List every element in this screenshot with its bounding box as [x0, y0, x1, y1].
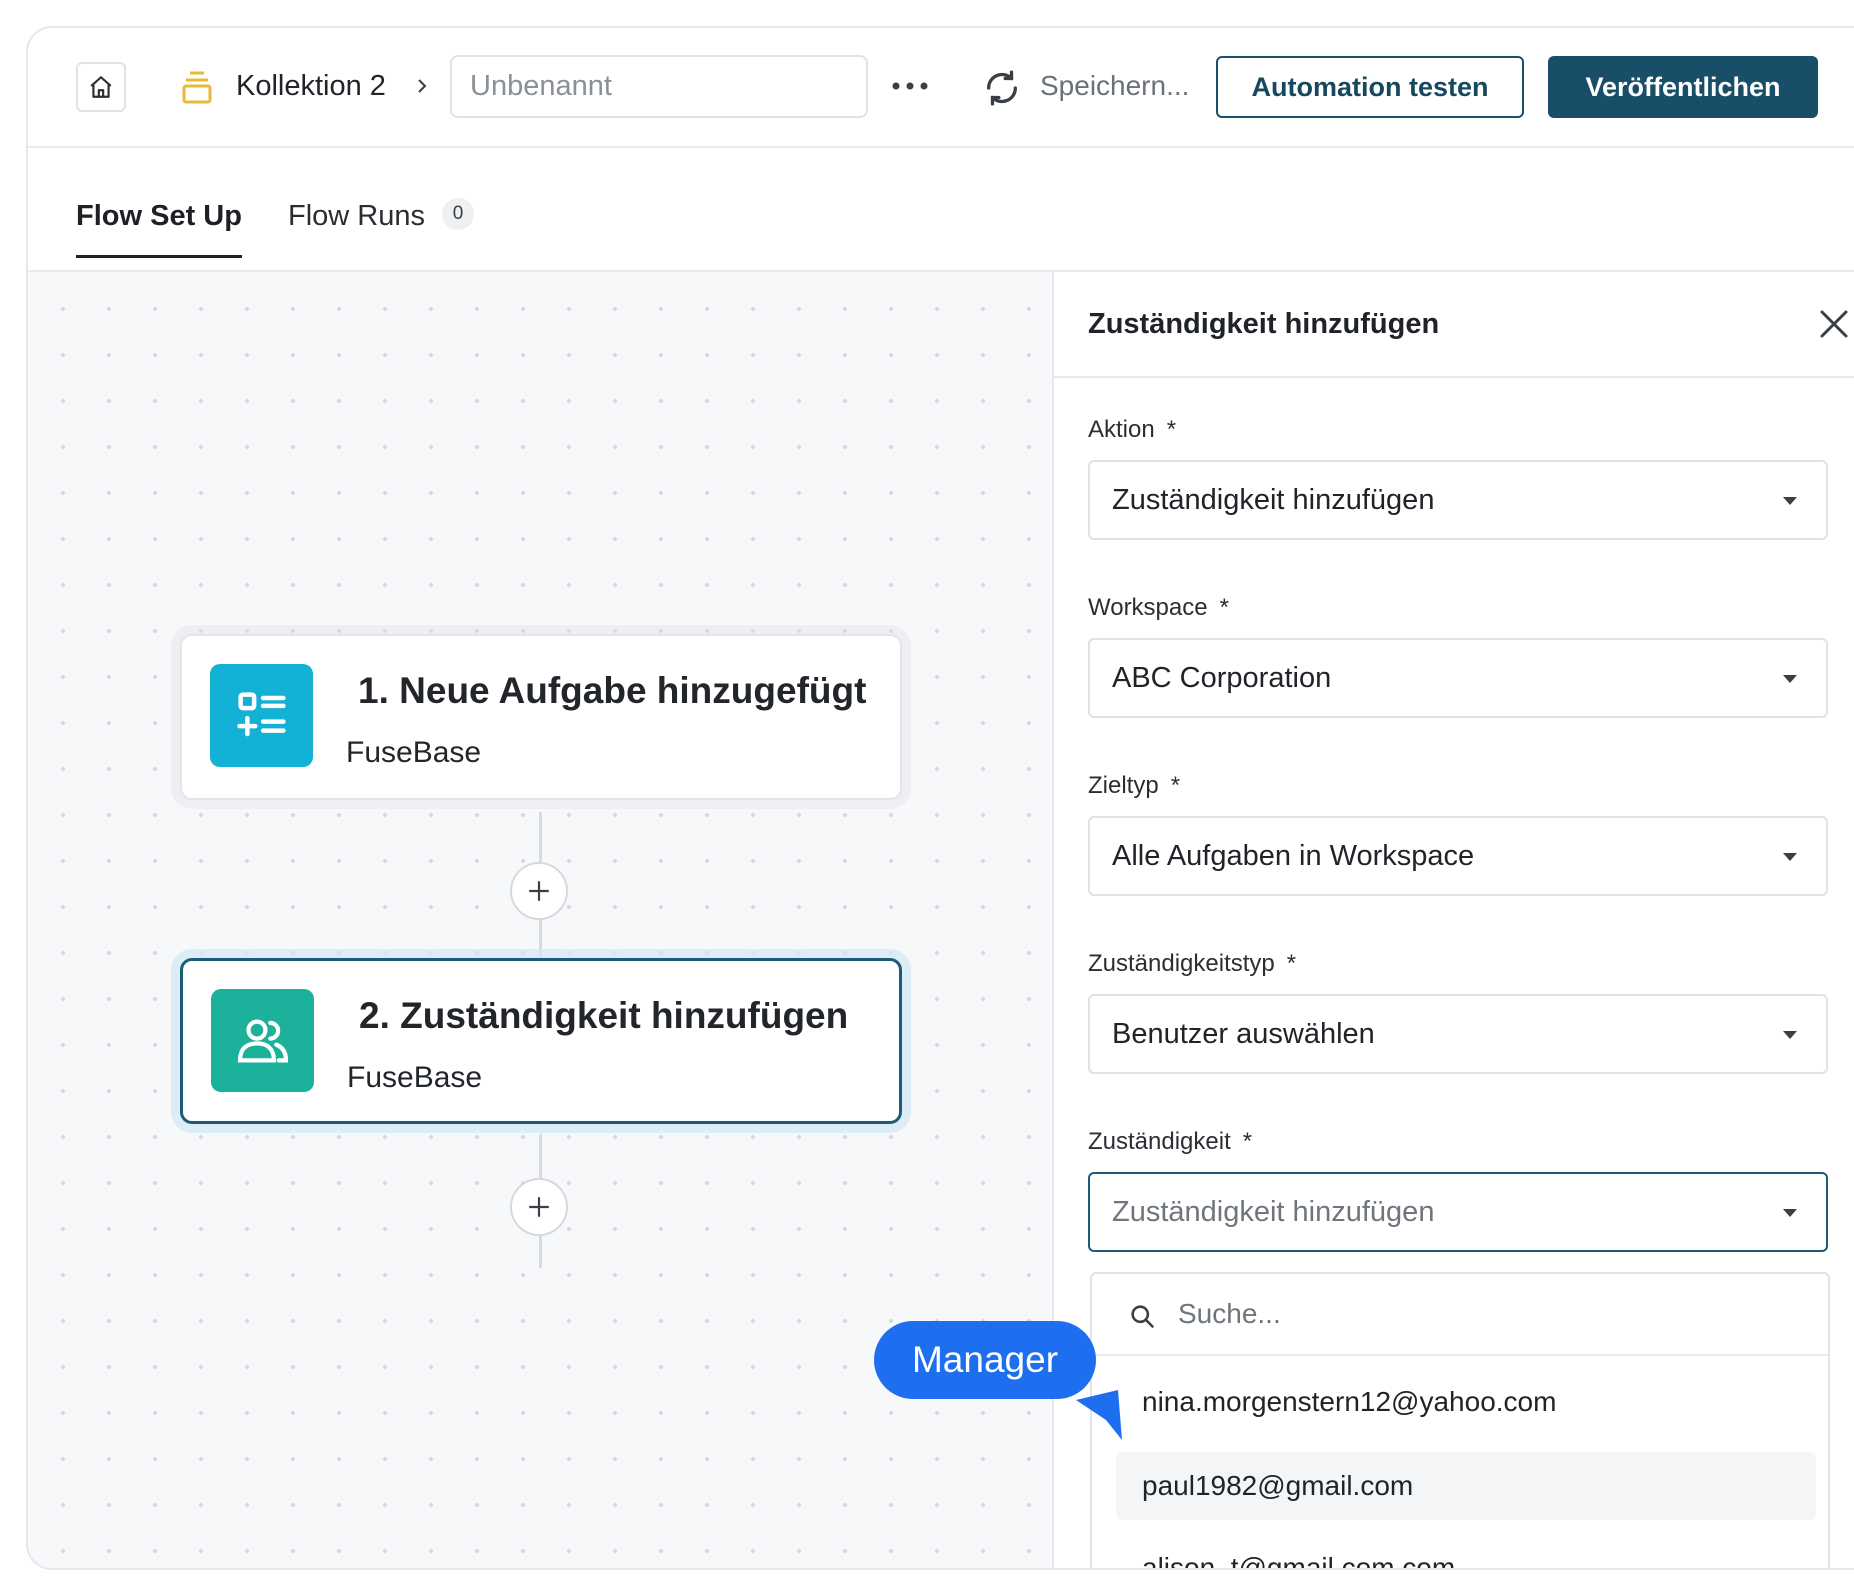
breadcrumb-collection[interactable]: Kollektion 2: [236, 70, 386, 103]
publish-button[interactable]: Veröffentlichen: [1548, 56, 1818, 118]
caret-down-icon: [1783, 497, 1797, 505]
select-placeholder: Zuständigkeit hinzufügen: [1112, 1196, 1435, 1228]
flow-step-action[interactable]: 2. Zuständigkeit hinzufügen FuseBase: [180, 958, 902, 1124]
plus-icon: [529, 881, 549, 901]
workspace-select[interactable]: ABC Corporation: [1088, 638, 1828, 718]
caret-down-icon: [1783, 675, 1797, 683]
field-label-zustaendigkeit: Zuständigkeit *: [1088, 1128, 1253, 1155]
home-button[interactable]: [76, 62, 126, 112]
caret-down-icon: [1783, 1031, 1797, 1039]
assignee-dropdown: nina.morgenstern12@yahoo.com paul1982@gm…: [1090, 1272, 1830, 1568]
select-value: Zuständigkeit hinzufügen: [1112, 484, 1435, 516]
test-automation-button[interactable]: Automation testen: [1216, 56, 1524, 118]
panel-title: Zuständigkeit hinzufügen: [1088, 308, 1440, 340]
collection-icon: [182, 71, 212, 104]
search-input[interactable]: [1176, 1290, 1780, 1338]
more-options-icon[interactable]: [890, 74, 930, 98]
field-label-zustaendigkeitstyp: Zuständigkeitstyp *: [1088, 950, 1297, 977]
caret-down-icon: [1783, 853, 1797, 861]
flow-step-trigger[interactable]: 1. Neue Aufgabe hinzugefügt FuseBase: [180, 634, 902, 800]
close-icon[interactable]: [1816, 306, 1852, 342]
saving-status: Speichern...: [1040, 70, 1190, 101]
aktion-select[interactable]: Zuständigkeit hinzufügen: [1088, 460, 1828, 540]
add-step-button[interactable]: [510, 862, 568, 920]
add-step-button[interactable]: [510, 1178, 568, 1236]
select-value: ABC Corporation: [1112, 662, 1332, 694]
zustaendigkeit-select[interactable]: Zuständigkeit hinzufügen: [1088, 1172, 1828, 1252]
field-label-aktion: Aktion *: [1088, 416, 1177, 443]
zustaendigkeitstyp-select[interactable]: Benutzer auswählen: [1088, 994, 1828, 1074]
dropdown-search: [1092, 1274, 1828, 1356]
caret-down-icon: [1783, 1209, 1797, 1217]
select-value: Alle Aufgaben in Workspace: [1112, 840, 1475, 872]
step-app-name: FuseBase: [346, 736, 482, 769]
step-title: 2. Zuständigkeit hinzufügen: [359, 995, 849, 1036]
field-label-zieltyp: Zieltyp *: [1088, 772, 1181, 799]
dropdown-option[interactable]: nina.morgenstern12@yahoo.com: [1116, 1368, 1816, 1436]
tab-flow-runs[interactable]: Flow Runs: [288, 200, 425, 233]
tab-flow-set-up[interactable]: Flow Set Up: [76, 200, 242, 258]
step-app-name: FuseBase: [347, 1061, 483, 1094]
tab-bar: Flow Set Up Flow Runs 0: [28, 148, 1854, 272]
pointer-arrow-icon: [1076, 1390, 1122, 1440]
top-bar: Kollektion 2 Speichern... Automation tes…: [28, 28, 1854, 148]
zieltyp-select[interactable]: Alle Aufgaben in Workspace: [1088, 816, 1828, 896]
step-title: 1. Neue Aufgabe hinzugefügt: [358, 670, 867, 711]
field-label-workspace: Workspace *: [1088, 594, 1229, 621]
task-list-icon: [210, 664, 313, 767]
manager-callout: Manager: [874, 1321, 1096, 1399]
step-settings-panel: Zuständigkeit hinzufügen Aktion * Zuständ…: [1054, 272, 1854, 1568]
flow-runs-count-badge: 0: [442, 198, 474, 230]
sync-icon: [986, 70, 1018, 106]
dropdown-option[interactable]: alison_t@gmail.com.com: [1116, 1534, 1816, 1568]
dropdown-option[interactable]: paul1982@gmail.com: [1116, 1452, 1816, 1520]
flow-title-input[interactable]: [450, 55, 868, 118]
chevron-right-icon: [418, 79, 427, 93]
home-icon: [90, 76, 112, 98]
users-icon: [211, 989, 314, 1092]
select-value: Benutzer auswählen: [1112, 1018, 1375, 1050]
search-icon: [1131, 1305, 1154, 1328]
plus-icon: [529, 1197, 549, 1217]
panel-header: Zuständigkeit hinzufügen: [1054, 272, 1854, 378]
